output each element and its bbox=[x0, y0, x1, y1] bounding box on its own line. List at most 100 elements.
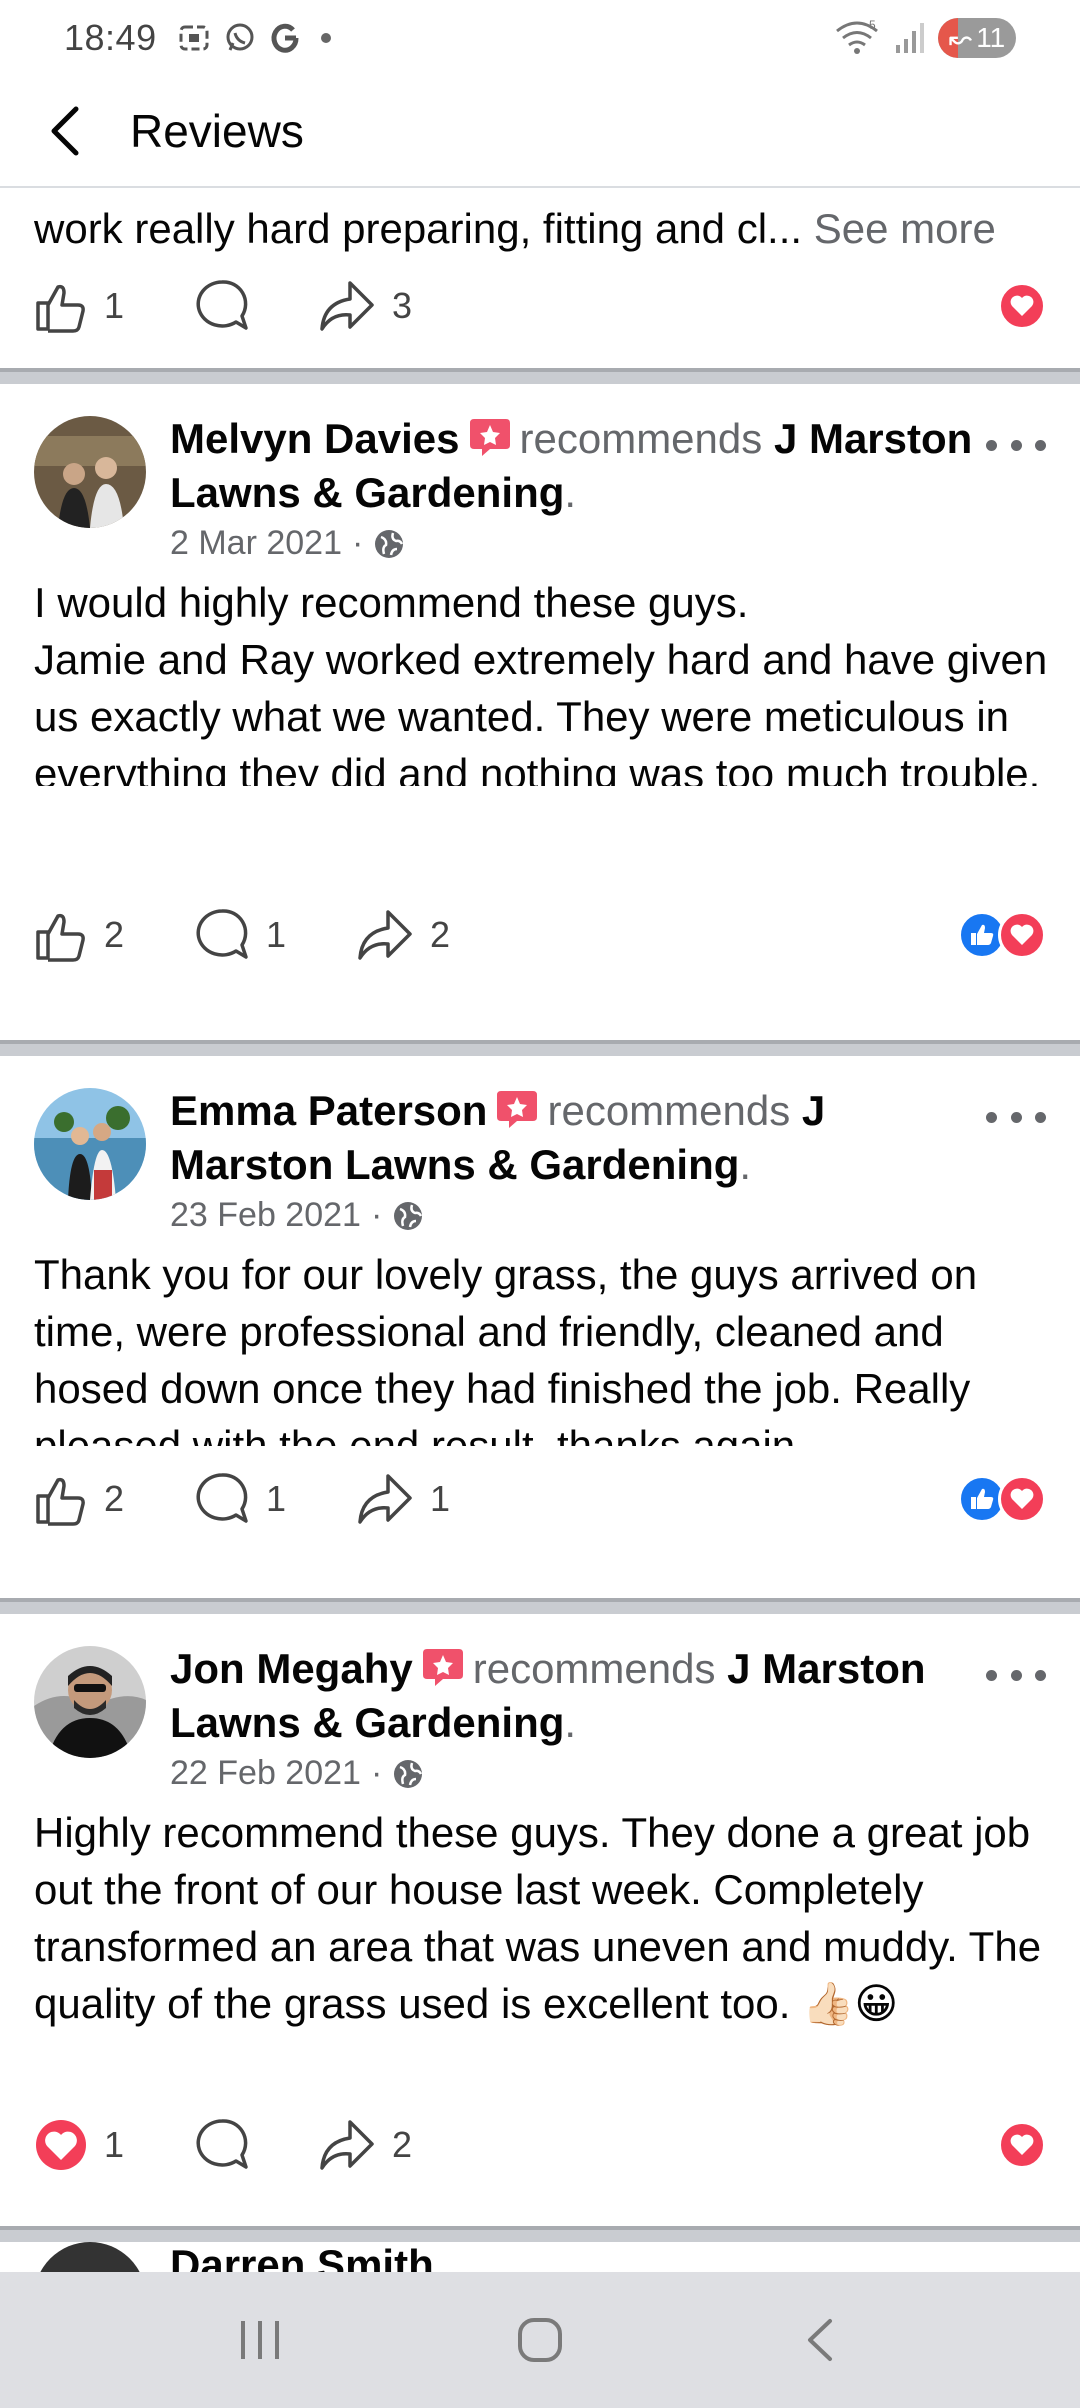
comment-button[interactable]: 1 bbox=[194, 1464, 286, 1534]
globe-icon bbox=[375, 529, 404, 558]
author-name[interactable]: Darren Smith bbox=[170, 2242, 434, 2272]
battery-indicator: ↜ 11 bbox=[938, 18, 1016, 58]
home-button[interactable] bbox=[480, 2290, 600, 2390]
author-line: Emma Paterson recommends J Marston Lawns … bbox=[170, 1087, 826, 1188]
post-meta: 23 Feb 2021 · bbox=[170, 1196, 424, 1235]
chevron-left-icon bbox=[51, 106, 79, 156]
post-divider bbox=[0, 368, 1080, 384]
post-text: work really hard preparing, fitting and … bbox=[34, 205, 803, 252]
reaction-summary[interactable] bbox=[998, 271, 1046, 341]
recommends-text: recommends bbox=[547, 1087, 791, 1134]
author-line: Melvyn Davies recommends J Marston Lawns … bbox=[170, 415, 973, 516]
comment-count: 1 bbox=[266, 914, 287, 955]
avatar[interactable] bbox=[34, 416, 146, 528]
thumbs-up-icon bbox=[36, 284, 85, 333]
like-button[interactable]: 1 bbox=[34, 2110, 124, 2180]
reviews-feed[interactable]: work really hard preparing, fitting and … bbox=[0, 188, 1080, 2272]
status-time: 18:49 bbox=[64, 17, 157, 58]
post-header: Emma Paterson recommends J Marston Lawns … bbox=[34, 1084, 1046, 1244]
like-count: 2 bbox=[104, 914, 125, 955]
reaction-summary[interactable] bbox=[998, 2110, 1046, 2180]
comment-button[interactable]: 1 bbox=[194, 900, 286, 970]
post-actions: 1 3 bbox=[34, 271, 1046, 341]
share-arrow-icon bbox=[320, 2120, 374, 2170]
post-meta: 22 Feb 2021 · bbox=[170, 1754, 424, 1793]
like-count: 1 bbox=[104, 2124, 125, 2165]
post-body: Thank you for our lovely grass, the guys… bbox=[34, 1251, 978, 1446]
google-icon bbox=[271, 23, 299, 53]
author-line: Jon Megahy recommends J Marston Lawns & G… bbox=[170, 1645, 926, 1746]
author-name[interactable]: Jon Megahy bbox=[170, 1645, 413, 1692]
review-post-peek: Darren Smith bbox=[0, 2242, 1080, 2272]
more-options-button[interactable] bbox=[986, 430, 1046, 460]
star-badge-icon bbox=[422, 1649, 463, 1686]
comment-count: 1 bbox=[266, 1478, 287, 1519]
like-count: 1 bbox=[104, 285, 125, 326]
share-arrow-icon bbox=[358, 1474, 412, 1524]
like-button[interactable]: 1 bbox=[34, 271, 124, 341]
whatsapp-icon bbox=[226, 23, 254, 51]
avatar[interactable] bbox=[34, 2242, 146, 2272]
love-reaction-icon bbox=[998, 911, 1046, 959]
more-options-button[interactable] bbox=[986, 1102, 1046, 1132]
notification-dot bbox=[320, 33, 331, 43]
thumbs-up-icon bbox=[36, 1477, 85, 1526]
author-name[interactable]: Melvyn Davies bbox=[170, 415, 460, 462]
share-button[interactable]: 1 bbox=[356, 1464, 450, 1534]
comment-button[interactable] bbox=[194, 2110, 250, 2180]
avatar[interactable] bbox=[34, 1646, 146, 1758]
recommends-text: recommends bbox=[472, 1645, 716, 1692]
share-count: 2 bbox=[392, 2124, 413, 2165]
status-bar: 18:49 5 ↜ 11 bbox=[0, 0, 1080, 76]
comment-bubble-icon bbox=[196, 280, 248, 330]
post-divider bbox=[0, 1598, 1080, 1614]
avatar[interactable] bbox=[34, 1088, 146, 1200]
home-icon bbox=[518, 2318, 562, 2362]
system-icons: 5 ↜ 11 bbox=[834, 18, 1016, 58]
review-post-partial: work really hard preparing, fitting and … bbox=[0, 188, 1080, 368]
wifi-icon: 5 bbox=[836, 19, 878, 54]
post-actions: 2 1 1 bbox=[34, 1464, 1046, 1534]
love-reaction-icon bbox=[998, 1475, 1046, 1523]
author-name[interactable]: Emma Paterson bbox=[170, 1087, 487, 1134]
screenshot-icon bbox=[179, 25, 209, 51]
share-button[interactable]: 2 bbox=[318, 2110, 412, 2180]
reaction-summary[interactable] bbox=[958, 900, 1046, 970]
back-nav-button[interactable] bbox=[760, 2290, 880, 2390]
review-post: Jon Megahy recommends J Marston Lawns & G… bbox=[0, 1614, 1080, 2226]
comment-bubble-icon bbox=[196, 1473, 248, 1523]
like-button[interactable]: 2 bbox=[34, 1464, 124, 1534]
recent-apps-button[interactable] bbox=[200, 2290, 320, 2390]
see-more-link[interactable]: See more bbox=[814, 205, 996, 252]
post-date[interactable]: 2 Mar 2021 bbox=[170, 524, 342, 563]
like-button[interactable]: 2 bbox=[34, 900, 124, 970]
post-date[interactable]: 23 Feb 2021 bbox=[170, 1196, 361, 1235]
like-count: 2 bbox=[104, 1478, 125, 1519]
globe-icon bbox=[394, 1759, 423, 1788]
back-button[interactable] bbox=[0, 75, 130, 187]
post-divider bbox=[0, 1040, 1080, 1056]
globe-icon bbox=[394, 1201, 423, 1230]
battery-charging-icon: ↜ bbox=[948, 22, 973, 54]
share-button[interactable]: 2 bbox=[356, 900, 450, 970]
post-body: Highly recommend these guys. They done a… bbox=[34, 1809, 1042, 2027]
share-count: 2 bbox=[430, 914, 451, 955]
post-divider bbox=[0, 2226, 1080, 2242]
post-header: Melvyn Davies recommends J Marston Lawns … bbox=[34, 412, 1046, 572]
post-date[interactable]: 22 Feb 2021 bbox=[170, 1754, 361, 1793]
comment-button[interactable] bbox=[194, 271, 250, 341]
recent-apps-icon bbox=[241, 2321, 279, 2359]
svg-text:5: 5 bbox=[869, 19, 876, 32]
app-header: Reviews bbox=[0, 76, 1080, 188]
share-arrow-icon bbox=[320, 281, 374, 331]
share-button[interactable]: 3 bbox=[318, 271, 412, 341]
battery-level: 11 bbox=[976, 22, 1006, 53]
recommends-text: recommends bbox=[519, 415, 763, 462]
love-reaction-icon bbox=[998, 2121, 1046, 2169]
reaction-summary[interactable] bbox=[958, 1464, 1046, 1534]
share-count: 3 bbox=[392, 285, 413, 326]
more-options-button[interactable] bbox=[986, 1660, 1046, 1690]
comment-bubble-icon bbox=[196, 2119, 248, 2169]
page-title: Reviews bbox=[130, 105, 304, 157]
signal-icon bbox=[896, 23, 924, 53]
